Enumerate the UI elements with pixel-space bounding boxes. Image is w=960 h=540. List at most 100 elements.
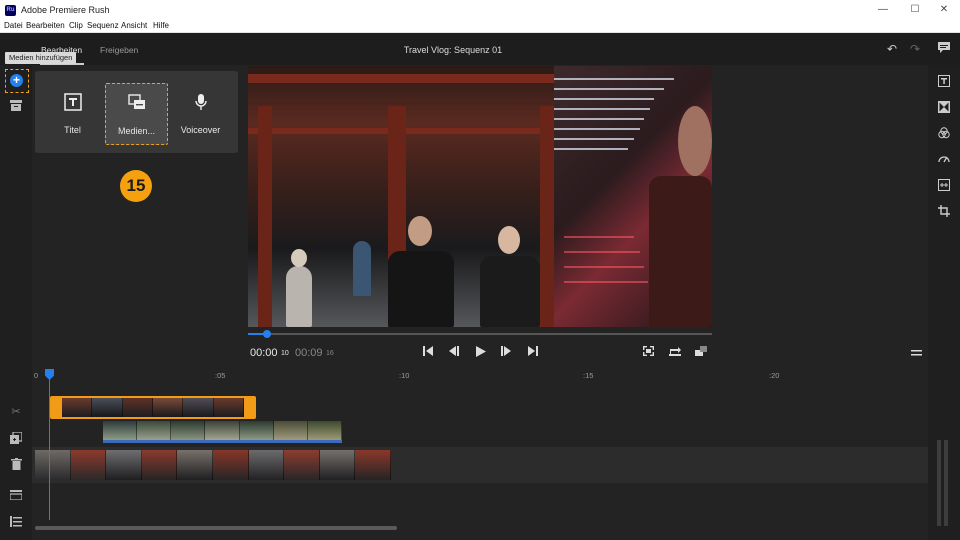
add-media-button[interactable]: + (5, 69, 29, 93)
person-head (291, 249, 307, 267)
ruler-label: 0 (34, 371, 39, 380)
led-stripe (564, 266, 644, 268)
clip-thumbnail (183, 398, 214, 417)
close-button[interactable]: ✕ (928, 0, 960, 20)
current-frames: 10 (281, 350, 289, 357)
temple-beam (248, 74, 554, 83)
clip-thumbnail (284, 450, 320, 480)
led-stripe (554, 98, 654, 100)
temple-pillar (258, 106, 272, 327)
ruler-label: :10 (399, 371, 410, 380)
project-icon[interactable] (9, 100, 23, 114)
replace-clip-icon[interactable] (668, 346, 682, 360)
duration-frames: 16 (326, 350, 334, 357)
clip-thumbnail (106, 450, 142, 480)
preview-frame-neon (554, 66, 712, 327)
media-option-label: Medien... (117, 126, 156, 136)
track-icon[interactable] (9, 490, 23, 504)
duration-time: 00:09 (295, 347, 323, 359)
fullscreen-icon[interactable] (641, 346, 655, 360)
trash-icon[interactable] (9, 458, 23, 472)
go-to-end-icon[interactable] (526, 346, 540, 360)
led-stripe (554, 148, 628, 150)
scrub-bar[interactable] (248, 330, 712, 338)
speed-icon[interactable] (937, 153, 951, 167)
person-head (678, 106, 712, 176)
clip-thumbnail (70, 450, 107, 480)
audio-icon[interactable] (937, 179, 951, 193)
menu-lines-icon[interactable] (909, 346, 923, 360)
clip-thumbnail (319, 450, 356, 480)
maximize-button[interactable]: ☐ (899, 0, 931, 20)
clip-thumbnail (62, 398, 93, 417)
clip-thumbnail (205, 421, 240, 440)
main-clip[interactable] (35, 450, 391, 480)
ruler-label: :20 (769, 371, 780, 380)
person-figure (286, 266, 312, 327)
audio-meter-right (944, 440, 948, 526)
play-icon[interactable] (474, 346, 488, 360)
led-stripe (554, 138, 634, 140)
scissors-icon[interactable]: ✂ (9, 405, 23, 419)
text-icon[interactable] (937, 75, 951, 89)
selected-clip[interactable] (50, 396, 256, 419)
color-icon[interactable] (937, 127, 951, 141)
led-stripe (564, 236, 634, 238)
clip-thumbnail (248, 450, 285, 480)
menu-datei[interactable]: Datei (4, 21, 23, 30)
crop-icon[interactable] (937, 205, 951, 219)
step-number-badge: 15 (120, 170, 152, 202)
clip-thumbnail (92, 398, 123, 417)
transition-icon[interactable] (937, 101, 951, 115)
menu-ansicht[interactable]: Ansicht (121, 21, 147, 30)
step-back-icon[interactable] (447, 346, 461, 360)
menu-bearbeiten[interactable]: Bearbeiten (26, 21, 65, 30)
comment-icon[interactable] (936, 41, 952, 57)
ruler-label: :05 (215, 371, 226, 380)
video-preview[interactable] (248, 66, 712, 327)
led-stripe (554, 88, 664, 90)
menu-sequenz[interactable]: Sequenz (87, 21, 119, 30)
go-to-start-icon[interactable] (421, 346, 435, 360)
clip-thumbnail (171, 421, 206, 440)
media-icon (106, 94, 167, 115)
scrub-handle[interactable] (262, 330, 271, 338)
list-icon[interactable] (9, 516, 23, 530)
clip-thumbnail (35, 450, 71, 480)
clip-thumbnail (122, 398, 153, 417)
timeline-horizontal-scrollbar[interactable] (35, 526, 397, 530)
clip-thumbnail (212, 450, 249, 480)
menu-hilfe[interactable]: Hilfe (153, 21, 169, 30)
led-stripe (564, 281, 648, 283)
selected-clip-thumbnails (62, 398, 244, 417)
microphone-icon (169, 93, 232, 116)
clip-thumbnail (213, 398, 244, 417)
menu-bar: Datei Bearbeiten Clip Sequenz Ansicht Hi… (0, 20, 960, 33)
aspect-ratio-icon[interactable] (694, 346, 708, 360)
playhead-line[interactable] (49, 372, 50, 520)
title-bar: Ru Adobe Premiere Rush — ☐ ✕ (0, 0, 960, 20)
redo-icon[interactable]: ↷ (907, 41, 923, 57)
person-figure (480, 256, 540, 327)
add-title-option[interactable]: Titel (41, 83, 104, 145)
app-header: Bearbeiten Freigeben Travel Vlog: Sequen… (0, 33, 960, 65)
minimize-button[interactable]: — (867, 0, 899, 20)
audio-meter-left (937, 440, 941, 526)
add-voiceover-option[interactable]: Voiceover (169, 83, 232, 145)
timeline-ruler[interactable]: 0 :05 :10 :15 :20 (32, 367, 928, 381)
step-forward-icon[interactable] (499, 346, 513, 360)
clip-thumbnail (103, 421, 138, 440)
menu-clip[interactable]: Clip (69, 21, 83, 30)
preview-frame-temple (248, 66, 554, 327)
led-stripe (564, 251, 640, 253)
clip-thumbnail (137, 421, 172, 440)
person-figure (388, 251, 454, 327)
led-stripe (554, 108, 650, 110)
person-figure (649, 176, 712, 327)
add-media-option[interactable]: Medien... (105, 83, 168, 145)
duplicate-icon[interactable] (9, 431, 23, 446)
secondary-clip[interactable] (103, 421, 342, 443)
undo-icon[interactable]: ↶ (884, 41, 900, 57)
clip-thumbnail (152, 398, 184, 417)
led-stripe (554, 128, 640, 130)
